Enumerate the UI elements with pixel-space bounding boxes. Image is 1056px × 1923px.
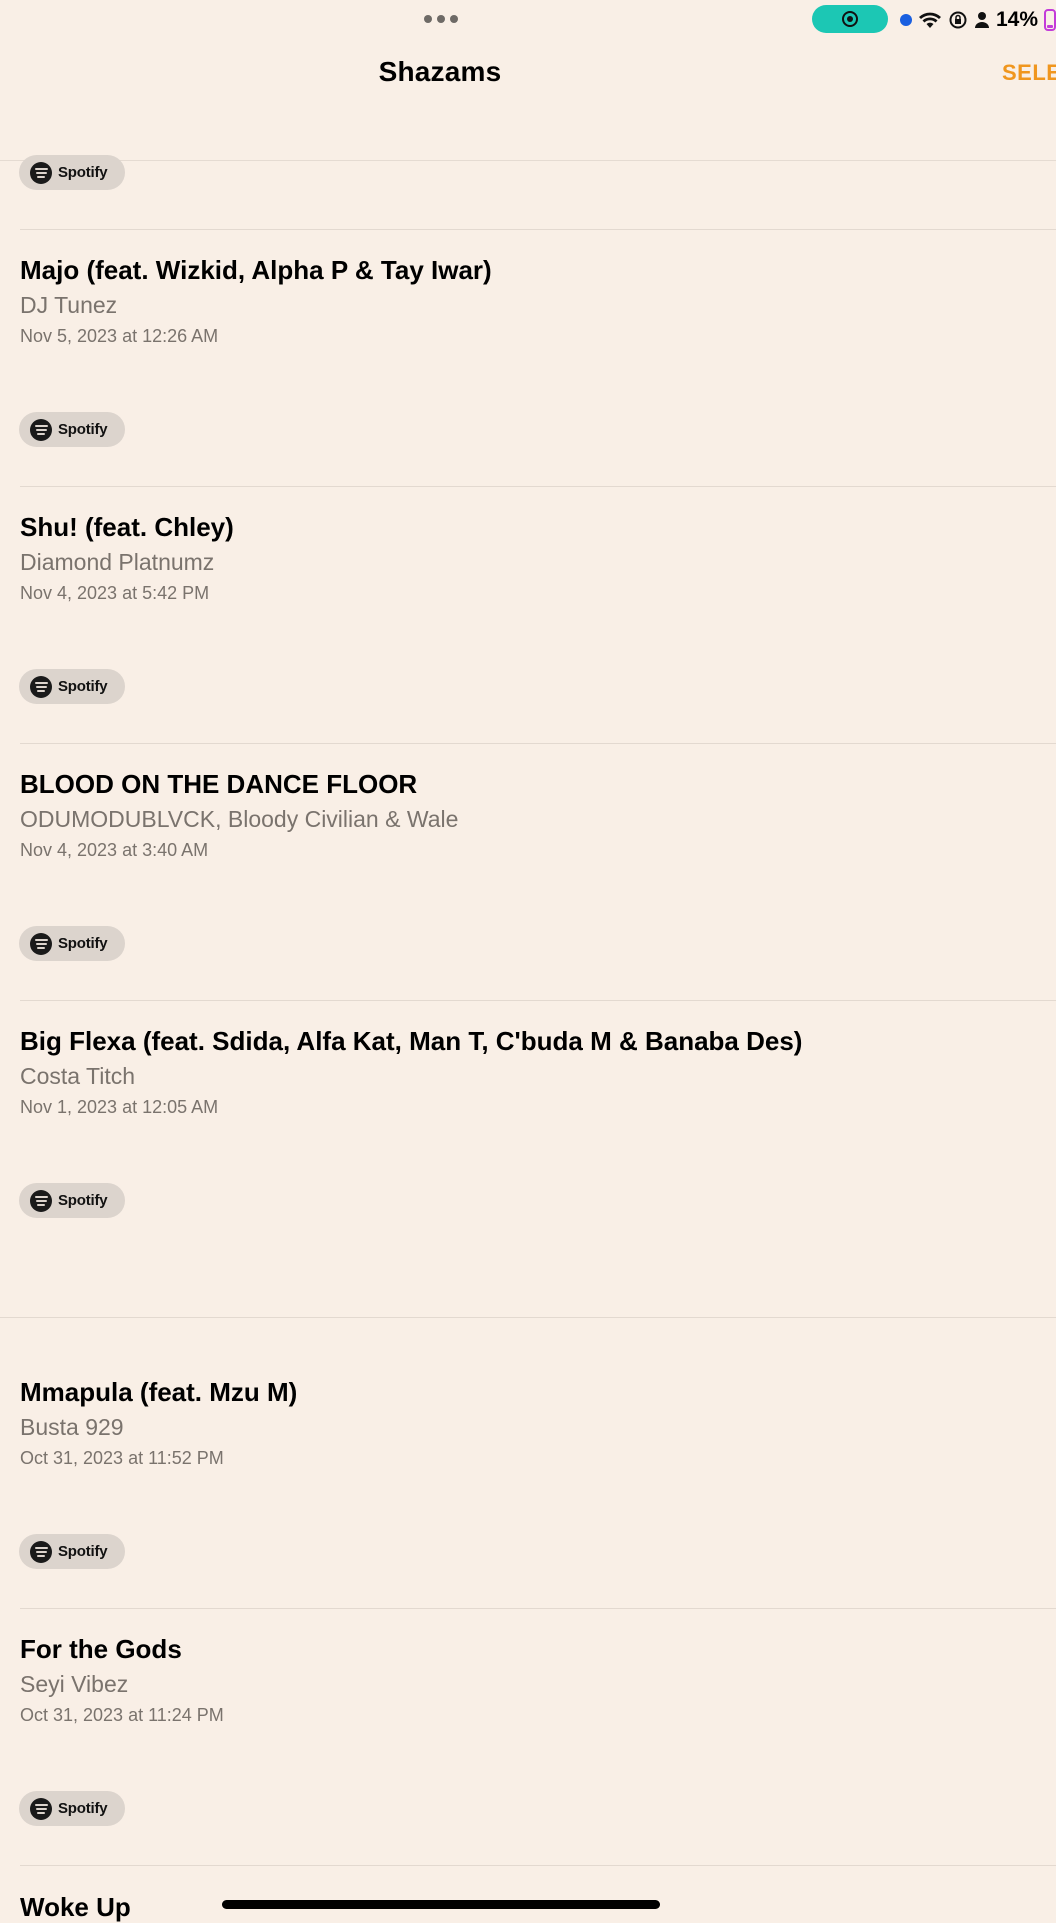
spotify-button[interactable]: Spotify <box>19 412 125 447</box>
spotify-button[interactable]: Spotify <box>19 1183 125 1218</box>
track-title: BLOOD ON THE DANCE FLOOR <box>20 769 418 799</box>
track-title: Shu! (feat. Chley) <box>20 512 234 542</box>
track-title[interactable]: Woke Up <box>20 1891 131 1923</box>
track-date: Oct 31, 2023 at 11:52 PM <box>20 1448 224 1468</box>
person-icon <box>975 12 989 28</box>
select-button[interactable]: SELE <box>1002 60 1056 86</box>
page-title: Shazams <box>378 56 502 87</box>
track-artist: Busta 929 <box>20 1414 124 1440</box>
track-title: For the Gods <box>20 1634 182 1664</box>
rotation-lock-icon <box>949 11 967 29</box>
spotify-button[interactable]: Spotify <box>19 669 125 704</box>
track-artist: Diamond Platnumz <box>20 549 215 575</box>
spotify-icon <box>30 1189 52 1212</box>
multitasking-dots-icon[interactable] <box>424 15 458 23</box>
spotify-button[interactable]: Spotify <box>19 155 125 190</box>
row-divider <box>20 1000 1056 1001</box>
track-date: Oct 31, 2023 at 11:24 PM <box>20 1705 224 1725</box>
track-date: Nov 5, 2023 at 12:26 AM <box>20 326 219 346</box>
status-icons: 14% <box>900 8 1056 32</box>
battery-percentage: 14% <box>996 8 1039 31</box>
spotify-button[interactable]: Spotify <box>19 1791 125 1826</box>
track-date: Nov 4, 2023 at 5:42 PM <box>20 583 210 603</box>
track-date: Nov 1, 2023 at 12:05 AM <box>20 1097 219 1117</box>
battery-icon <box>1044 9 1056 31</box>
record-icon <box>842 11 858 27</box>
list-item[interactable]: Mmapula (feat. Mzu M) Busta 929 Oct 31, … <box>20 1376 1040 1470</box>
row-divider <box>20 1865 1056 1866</box>
list-item[interactable]: Shu! (feat. Chley) Diamond Platnumz Nov … <box>20 511 1040 605</box>
list-item[interactable]: Majo (feat. Wizkid, Alpha P & Tay Iwar) … <box>20 254 1040 348</box>
wifi-icon <box>919 12 941 28</box>
row-divider <box>20 743 1056 744</box>
track-title: Mmapula (feat. Mzu M) <box>20 1377 298 1407</box>
spotify-icon <box>30 161 52 184</box>
track-title: Big Flexa (feat. Sdida, Alfa Kat, Man T,… <box>20 1026 803 1056</box>
track-artist: Seyi Vibez <box>20 1671 129 1697</box>
section-divider <box>0 1317 1056 1318</box>
track-date: Nov 4, 2023 at 3:40 AM <box>20 840 209 860</box>
track-artist: DJ Tunez <box>20 292 118 318</box>
spotify-icon <box>30 675 52 698</box>
spotify-icon <box>30 418 52 441</box>
row-divider <box>20 1608 1056 1609</box>
row-divider <box>20 486 1056 487</box>
list-item[interactable]: For the Gods Seyi Vibez Oct 31, 2023 at … <box>20 1633 1040 1727</box>
spotify-button[interactable]: Spotify <box>19 926 125 961</box>
location-dot-icon <box>900 14 912 26</box>
row-divider <box>20 229 1056 230</box>
status-bar: 14% <box>0 0 1056 40</box>
spotify-icon <box>30 1797 52 1820</box>
spotify-icon <box>30 932 52 955</box>
track-title: Majo (feat. Wizkid, Alpha P & Tay Iwar) <box>20 255 492 285</box>
navigation-bar: Shazams SELE <box>0 40 1056 160</box>
spotify-icon <box>30 1540 52 1563</box>
list-item[interactable]: Big Flexa (feat. Sdida, Alfa Kat, Man T,… <box>20 1025 1040 1119</box>
nav-divider <box>0 160 1056 161</box>
track-artist: Costa Titch <box>20 1063 136 1089</box>
list-item[interactable]: BLOOD ON THE DANCE FLOOR ODUMODUBLVCK, B… <box>20 768 1040 862</box>
track-artist: ODUMODUBLVCK, Bloody Civilian & Wale <box>20 806 459 832</box>
spotify-button[interactable]: Spotify <box>19 1534 125 1569</box>
home-indicator[interactable] <box>222 1900 660 1909</box>
screen-recording-indicator[interactable] <box>812 5 888 33</box>
